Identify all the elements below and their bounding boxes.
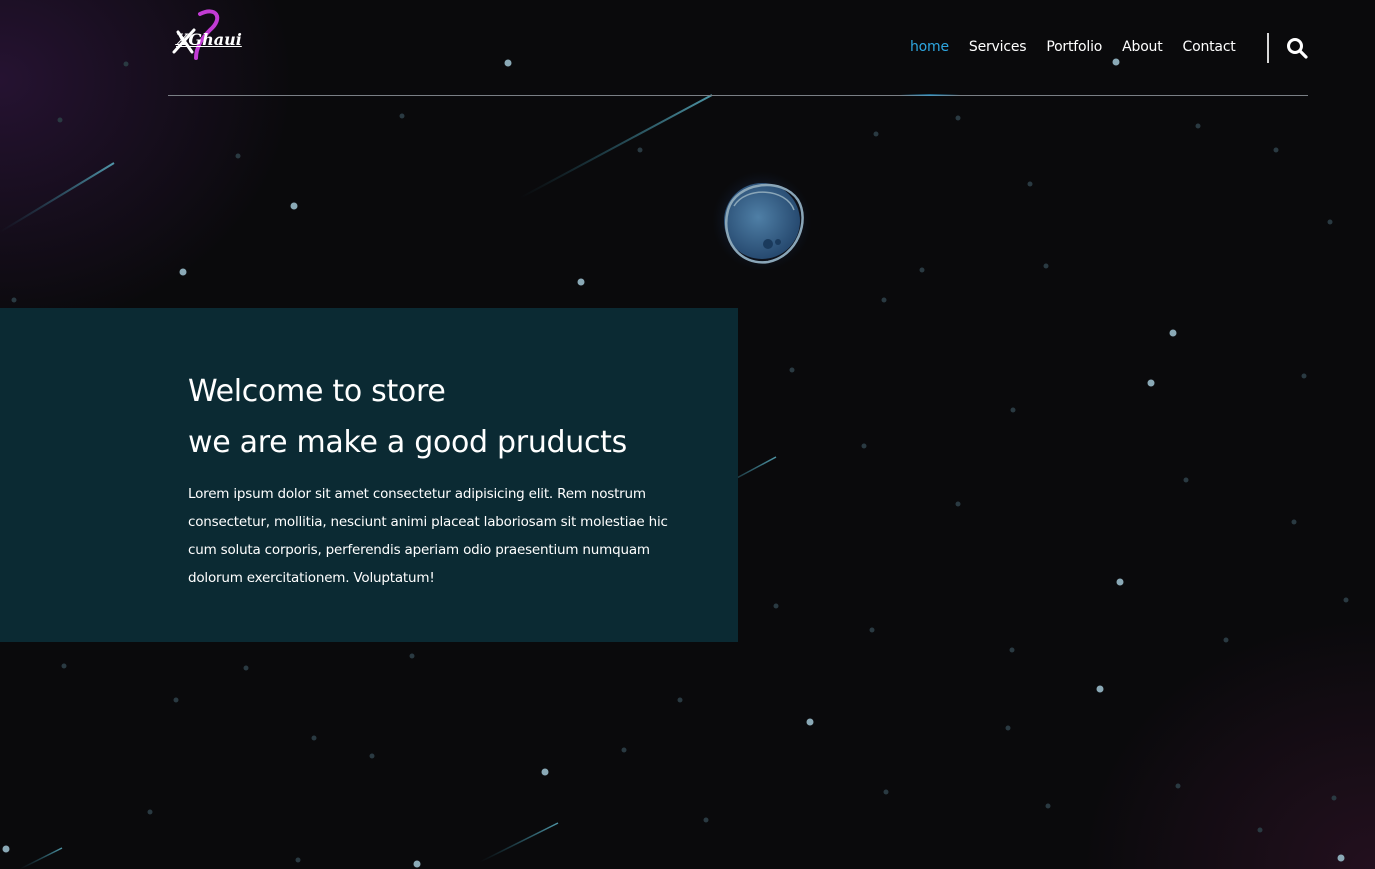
page: XGhaui home Services Portfolio About Con… (0, 0, 1375, 869)
header-divider (168, 95, 1308, 96)
hero-title-line-2: we are make a good pruducts (188, 425, 627, 460)
hero-panel: Welcome to store we are make a good prud… (0, 308, 738, 642)
hero-title: Welcome to store we are make a good prud… (188, 366, 708, 468)
brand-logo[interactable]: XGhaui (170, 8, 270, 62)
planet-illustration (712, 171, 812, 271)
hero-title-line-1: Welcome to store (188, 374, 446, 409)
nav-item-portfolio[interactable]: Portfolio (1036, 38, 1112, 58)
nav-item-contact[interactable]: Contact (1173, 38, 1246, 58)
nav-divider (1267, 33, 1269, 63)
main-nav: home Services Portfolio About Contact (900, 38, 1246, 58)
nav-item-home[interactable]: home (900, 38, 959, 58)
nav-item-about[interactable]: About (1112, 38, 1172, 58)
search-icon[interactable] (1286, 37, 1308, 59)
nav-item-services[interactable]: Services (959, 38, 1036, 58)
hero-description: Lorem ipsum dolor sit amet consectetur a… (188, 486, 668, 586)
logo-text: XGhaui (176, 30, 242, 49)
nav-active-indicator (900, 94, 960, 96)
